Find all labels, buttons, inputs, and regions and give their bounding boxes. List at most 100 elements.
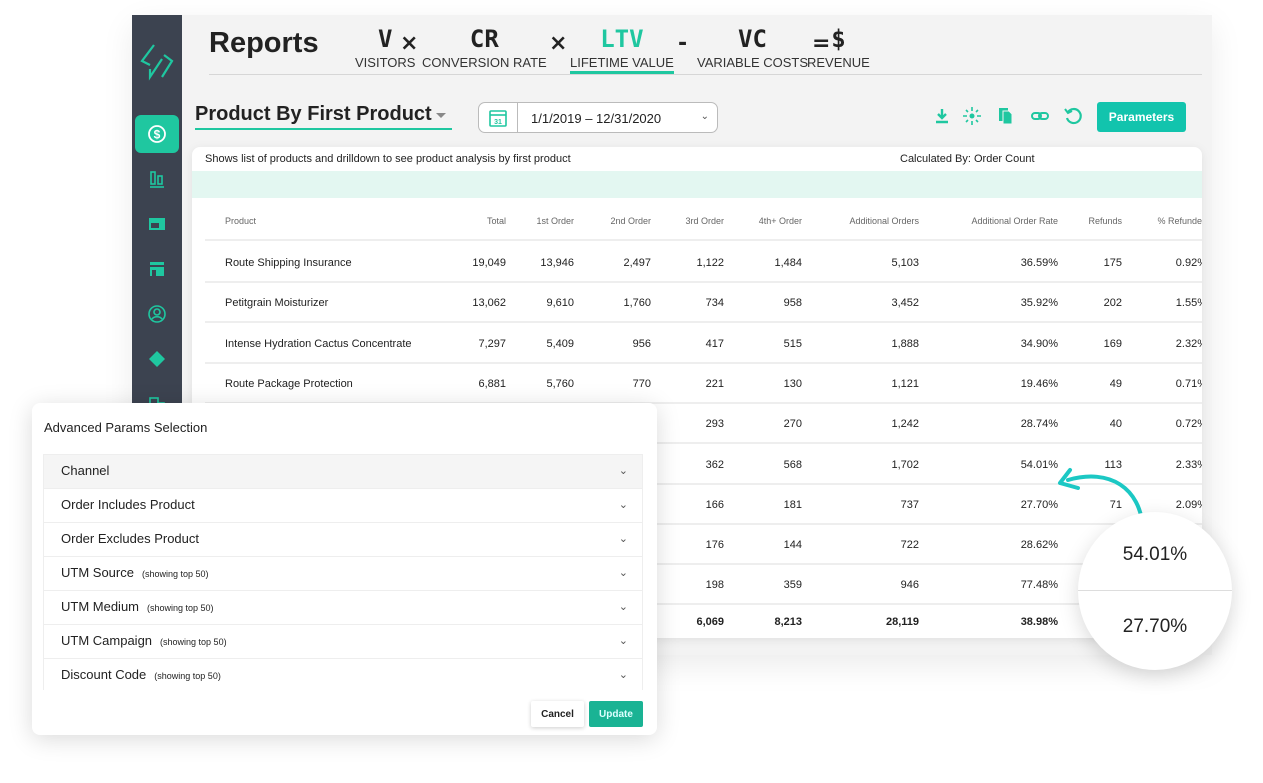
store-icon [150, 262, 164, 276]
table-cell: 175 [1103, 257, 1122, 269]
table-cell: Additional Orders [849, 216, 919, 226]
table-cell: 176 [705, 539, 724, 552]
table-cell: 0.71% [1175, 377, 1202, 390]
svg-text:31: 31 [494, 119, 502, 126]
table-cell: 7,297 [478, 337, 506, 350]
update-button[interactable]: Update [589, 701, 643, 727]
table-cell: 568 [783, 458, 802, 471]
table-cell: Additional Order Rate [971, 216, 1058, 226]
sidebar-item-puzzle[interactable] [135, 340, 179, 378]
table-cell: 1,888 [891, 337, 919, 350]
chevron-down-icon: ⌄ [618, 567, 628, 579]
link-icon[interactable] [1030, 106, 1050, 126]
table-cell: 737 [900, 498, 919, 511]
formula-symbol: LTV [600, 25, 644, 53]
advanced-params-modal: Advanced Params Selection Channel ⌄ Order … [32, 403, 657, 735]
param-dropdown-channel[interactable]: Channel ⌄ [44, 455, 642, 489]
sidebar-item-browser-window[interactable] [135, 205, 179, 243]
table-cell: 1,702 [891, 458, 919, 471]
date-range-picker[interactable]: 31 1/1/2019 – 12/31/2020 ⌄ [478, 102, 718, 133]
table-cell: 293 [705, 418, 724, 431]
table-cell: 0.72% [1175, 418, 1202, 431]
brand-logo-icon[interactable] [140, 43, 174, 83]
chevron-down-icon: ⌄ [700, 111, 709, 122]
formula-variable-costs[interactable]: VC VARIABLE COSTS [697, 25, 808, 70]
param-dropdown-utm-campaign[interactable]: UTM Campaign (showing top 50) ⌄ [44, 625, 642, 659]
sidebar-item-store[interactable] [135, 250, 179, 288]
table-cell: 4th+ Order [758, 216, 802, 226]
table-cell: 958 [783, 297, 802, 310]
operator: - [678, 31, 688, 56]
formula-lifetime-value[interactable]: LTV LIFETIME VALUE [570, 25, 674, 74]
param-dropdown-utm-medium[interactable]: UTM Medium (showing top 50) ⌄ [44, 591, 642, 625]
chevron-down-icon: ⌄ [618, 601, 628, 613]
table-cell: % Refunded [1157, 216, 1202, 226]
sidebar-item-user-add[interactable] [135, 295, 179, 333]
table-cell: 9,610 [546, 297, 574, 310]
table-cell: 270 [783, 418, 802, 431]
table-cell: 3rd Order [685, 216, 724, 226]
chevron-down-icon: ⌄ [618, 499, 628, 511]
params-list: Channel ⌄ Order Includes Product ⌄ Order Exc… [43, 454, 643, 690]
param-note: (showing top 50) [154, 671, 221, 681]
table-cell: 13,062 [472, 297, 506, 310]
parameters-button[interactable]: Parameters [1097, 102, 1186, 132]
formula-label: VISITORS [355, 55, 416, 70]
table-cell: 28.62% [1020, 539, 1058, 552]
sidebar-item-chart-bars[interactable] [135, 160, 179, 198]
date-range-value: 1/1/2019 – 12/31/2020 [531, 111, 662, 126]
calendar-icon[interactable]: 31 [479, 103, 518, 132]
chart-bars-icon [150, 171, 164, 188]
param-note: (showing top 50) [147, 603, 214, 613]
divider [209, 74, 1202, 75]
magnified-value: 54.01% [1122, 544, 1188, 565]
cancel-button[interactable]: Cancel [531, 701, 584, 727]
table-cell: 130 [783, 377, 802, 390]
table-cell: 5,103 [891, 257, 919, 269]
table-cell: 515 [783, 337, 802, 350]
table-cell: 734 [705, 297, 724, 310]
table-row[interactable]: Petitgrain Moisturizer 13,062 9,610 1,760 73… [205, 283, 1202, 324]
divider [1078, 590, 1232, 591]
summary-band [192, 171, 1202, 198]
reset-icon[interactable] [1063, 106, 1083, 126]
table-cell: 722 [900, 539, 919, 552]
copy-icon[interactable] [996, 106, 1016, 126]
formula-label: CONVERSION RATE [422, 55, 547, 70]
formula-symbol: CR [469, 25, 499, 53]
table-cell: 169 [1103, 337, 1122, 350]
sparkle-icon[interactable] [962, 106, 982, 126]
table-cell: 5,409 [546, 337, 574, 350]
table-row[interactable]: Intense Hydration Cactus Concentrate 7,29… [205, 324, 1202, 364]
report-select[interactable]: Product By First Product [195, 103, 452, 130]
param-label: Order Excludes Product [61, 531, 200, 546]
table-row[interactable]: Route Shipping Insurance 19,049 13,946 2,49… [205, 243, 1202, 283]
table-cell: 202 [1103, 297, 1122, 310]
table-cell: 6,881 [478, 377, 506, 390]
formula-conversion-rate[interactable]: CR CONVERSION RATE [422, 25, 547, 70]
table-cell: 19.46% [1020, 377, 1058, 390]
table-cell: Product [225, 216, 257, 226]
table-cell: 13,946 [540, 257, 574, 269]
operator: = [812, 31, 831, 56]
report-select-value: Product By First Product [195, 103, 432, 125]
param-dropdown-utm-source[interactable]: UTM Source (showing top 50) ⌄ [44, 557, 642, 591]
user-add-icon [148, 305, 166, 323]
table-row[interactable]: Route Package Protection 6,881 5,760 770 221… [205, 364, 1202, 404]
param-dropdown-discount-code[interactable]: Discount Code (showing top 50) ⌄ [44, 659, 642, 690]
sidebar-item-revenue[interactable]: $ [135, 115, 179, 153]
magnifier-callout: 54.01% 27.70% [1078, 512, 1232, 670]
revenue-icon: $ [148, 125, 166, 143]
table-cell: 1.55% [1175, 297, 1202, 310]
table-cell: 28,119 [885, 616, 919, 628]
table-cell: 19,049 [472, 257, 506, 269]
table-cell: 0.92% [1175, 257, 1202, 269]
param-label: UTM Medium [61, 599, 140, 614]
caret-down-icon [436, 113, 446, 118]
table-cell: 1,484 [774, 257, 802, 269]
table-cell: 181 [783, 498, 802, 511]
download-icon[interactable] [932, 106, 952, 126]
param-dropdown-order-includes-product[interactable]: Order Includes Product ⌄ [44, 489, 642, 523]
formula-label: LIFETIME VALUE [570, 55, 674, 74]
param-dropdown-order-excludes-product[interactable]: Order Excludes Product ⌄ [44, 523, 642, 557]
